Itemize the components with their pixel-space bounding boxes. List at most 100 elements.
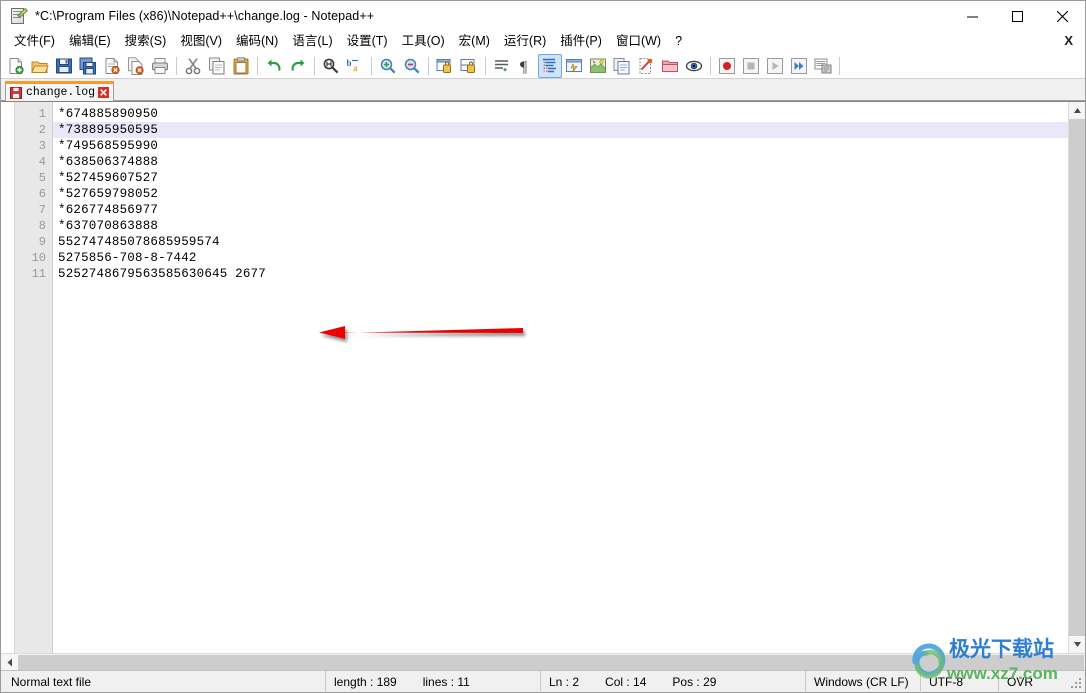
code-line[interactable]: *626774856977 [53, 202, 1085, 218]
print-icon[interactable] [148, 54, 172, 78]
sync-vertical-scroll-icon[interactable] [433, 54, 457, 78]
close-window-button[interactable] [1040, 1, 1085, 31]
play-macro-icon[interactable] [763, 54, 787, 78]
save-macro-icon[interactable] [811, 54, 835, 78]
open-file-icon[interactable] [28, 54, 52, 78]
document-switcher-icon[interactable] [634, 54, 658, 78]
line-number: 6 [38, 187, 46, 201]
minimize-button[interactable] [950, 1, 995, 31]
close-icon[interactable] [98, 87, 110, 98]
folder-as-workspace-icon[interactable] [658, 54, 682, 78]
stop-macro-icon[interactable] [739, 54, 763, 78]
menu-help[interactable]: ? [668, 32, 689, 52]
toolbar-separator [176, 56, 177, 75]
menu-tools[interactable]: 工具(O) [395, 32, 452, 52]
toolbar-separator [314, 56, 315, 75]
code-line[interactable]: *738895950595 [53, 122, 1085, 138]
bookmark-margin[interactable] [1, 102, 15, 653]
menu-window[interactable]: 窗口(W) [609, 32, 668, 52]
code-line[interactable]: *638506374888 [53, 154, 1085, 170]
editor-area[interactable]: 1 2 3 4 5 6 7 8 9 10 11 *674885890950 *7… [1, 101, 1085, 653]
monitoring-icon[interactable] [682, 54, 706, 78]
menu-encoding[interactable]: 编码(N) [229, 32, 285, 52]
close-document-button[interactable]: X [1064, 34, 1073, 48]
document-map-icon[interactable] [586, 54, 610, 78]
notepad-plus-plus-window: *C:\Program Files (x86)\Notepad++\change… [0, 0, 1086, 693]
resize-grip[interactable] [1070, 677, 1082, 689]
line-number-gutter: 1 2 3 4 5 6 7 8 9 10 11 [15, 102, 53, 653]
code-line[interactable]: *527659798052 [53, 186, 1085, 202]
menu-settings-label: 设置(T) [346, 34, 388, 48]
user-defined-dialog-icon[interactable] [562, 54, 586, 78]
find-icon[interactable] [319, 54, 343, 78]
code-line[interactable]: 5275856-708-8-7442 [53, 250, 1085, 266]
word-wrap-icon[interactable] [490, 54, 514, 78]
function-list-icon[interactable] [610, 54, 634, 78]
code-line[interactable]: 5252748679563585630645 2677 [53, 266, 1085, 282]
menu-settings[interactable]: 设置(T) [340, 32, 395, 52]
line-number: 7 [38, 203, 46, 217]
code-line[interactable]: *674885890950 [53, 106, 1085, 122]
code-line[interactable]: *637070863888 [53, 218, 1085, 234]
code-line[interactable]: *527459607527 [53, 170, 1085, 186]
replace-icon[interactable]: b a [343, 54, 367, 78]
vertical-scrollbar[interactable] [1068, 102, 1085, 653]
menu-tools-label: 工具(O) [401, 34, 445, 48]
menu-edit[interactable]: 编辑(E) [62, 32, 118, 52]
show-all-characters-icon[interactable]: ¶ [514, 54, 538, 78]
toolbar-separator [428, 56, 429, 75]
code-line[interactable]: 552747485078685959574 [53, 234, 1085, 250]
paste-icon[interactable] [229, 54, 253, 78]
save-all-icon[interactable] [76, 54, 100, 78]
scroll-up-button[interactable] [1069, 102, 1085, 119]
record-macro-icon[interactable] [715, 54, 739, 78]
zoom-in-icon[interactable] [376, 54, 400, 78]
menu-search[interactable]: 搜索(S) [118, 32, 174, 52]
status-caret-position: Ln : 2 Col : 14 Pos : 29 [541, 670, 806, 693]
status-eol-format[interactable]: Windows (CR LF) [806, 670, 921, 693]
line-number: 5 [38, 171, 46, 185]
close-file-icon[interactable] [100, 54, 124, 78]
status-encoding[interactable]: UTF-8 [921, 670, 999, 693]
hex-editor-icon[interactable] [844, 54, 868, 78]
menu-language-label: 语言(L) [292, 34, 333, 48]
tab-change-log[interactable]: change.log [5, 81, 115, 101]
run-macro-multiple-icon[interactable] [787, 54, 811, 78]
menu-run[interactable]: 运行(R) [497, 32, 553, 52]
undo-icon[interactable] [262, 54, 286, 78]
menu-macro[interactable]: 宏(M) [452, 32, 497, 52]
menu-bar: 文件(F) 编辑(E) 搜索(S) 视图(V) 编码(N) 语言(L) 设置(T… [1, 31, 1085, 53]
menu-run-label: 运行(R) [503, 34, 547, 48]
status-length: length : 189 [334, 674, 397, 689]
redo-icon[interactable] [286, 54, 310, 78]
menu-plugins[interactable]: 插件(P) [553, 32, 609, 52]
title-bar: *C:\Program Files (x86)\Notepad++\change… [1, 1, 1085, 31]
code-line[interactable]: *749568595990 [53, 138, 1085, 154]
menu-help-label: ? [675, 34, 683, 48]
maximize-button[interactable] [995, 1, 1040, 31]
sync-horizontal-scroll-icon[interactable] [457, 54, 481, 78]
horizontal-scroll-thumb[interactable] [18, 654, 1084, 670]
tab-bar: change.log [1, 79, 1085, 101]
vertical-scroll-thumb[interactable] [1069, 119, 1085, 636]
menu-view[interactable]: 视图(V) [173, 32, 229, 52]
close-all-files-icon[interactable] [124, 54, 148, 78]
new-file-icon[interactable] [4, 54, 28, 78]
scroll-left-button[interactable] [1, 653, 18, 671]
status-lines: lines : 11 [422, 674, 470, 689]
horizontal-scrollbar[interactable] [1, 653, 1085, 671]
notepad-plus-plus-icon [10, 7, 28, 25]
menu-language[interactable]: 语言(L) [285, 32, 339, 52]
code-text-area[interactable]: *674885890950 *738895950595 *74956859599… [53, 102, 1085, 653]
indent-guide-icon[interactable] [538, 53, 562, 78]
line-number: 4 [38, 155, 46, 169]
scroll-down-button[interactable] [1069, 636, 1085, 653]
save-icon[interactable] [52, 54, 76, 78]
copy-icon[interactable] [205, 54, 229, 78]
line-number: 1 [38, 107, 46, 121]
cut-icon[interactable] [181, 54, 205, 78]
zoom-out-icon[interactable] [400, 54, 424, 78]
menu-file[interactable]: 文件(F) [7, 32, 62, 52]
toolbar-separator [371, 56, 372, 75]
unsaved-file-icon [10, 86, 22, 99]
